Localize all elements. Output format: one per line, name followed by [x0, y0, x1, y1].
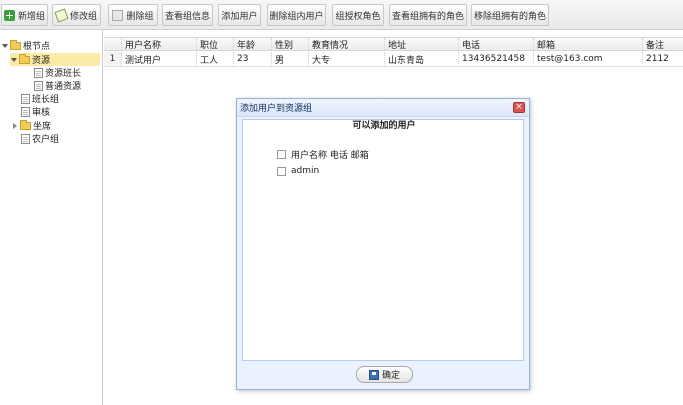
option-label: admin [291, 166, 320, 176]
col-header-address[interactable]: 地址 [385, 38, 459, 50]
view-roles-label: 查看组拥有的角色 [391, 11, 464, 22]
remove-roles-button[interactable]: 移除组拥有的角色 [471, 4, 549, 26]
add-user-button[interactable]: 添加用户 [218, 4, 261, 26]
tree-label: 资源班长 [45, 69, 82, 79]
tree-node-normal-resource[interactable]: 普通资源 [34, 79, 81, 92]
dialog-footer: 确定 [237, 363, 529, 389]
col-header-email[interactable]: 邮箱 [534, 38, 643, 50]
cell-name: 测试用户 [122, 52, 197, 66]
cell-address: 山东青岛 [385, 52, 459, 66]
cell-gender: 男 [272, 52, 309, 66]
cell-education: 大专 [309, 52, 385, 66]
delete-icon [112, 9, 124, 21]
grant-role-button[interactable]: 组授权角色 [332, 4, 384, 26]
view-group-label: 查看组信息 [164, 11, 210, 22]
view-roles-button[interactable]: 查看组拥有的角色 [389, 4, 467, 26]
file-icon [34, 80, 43, 91]
dialog-heading: 可以添加的用户 [352, 121, 416, 131]
tree-node-root[interactable]: 根节点 [1, 39, 50, 52]
tree-label: 资源 [32, 56, 51, 66]
tree-node-resource-leader[interactable]: 资源班长 [34, 66, 81, 79]
delete-user-button[interactable]: 删除组内用户 [267, 4, 326, 26]
cell-email: test@163.com [534, 52, 643, 66]
tree-node-farmer[interactable]: 农户组 [21, 132, 59, 145]
row-number: 1 [104, 52, 122, 66]
col-header-name[interactable]: 用户名称 [122, 38, 197, 50]
file-icon [21, 106, 30, 117]
close-icon[interactable]: × [513, 102, 525, 113]
file-icon [21, 93, 30, 104]
tree-label: 坐席 [33, 122, 52, 132]
add-icon [3, 9, 15, 21]
col-header-education[interactable]: 教育情况 [309, 38, 385, 50]
folder-icon [19, 53, 30, 64]
tree-node-agent[interactable]: 坐席 [11, 119, 51, 132]
select-all-option[interactable]: 用户名称 电话 邮箱 [277, 148, 369, 161]
cell-position: 工人 [197, 52, 234, 66]
tree-label: 审核 [32, 108, 51, 118]
expand-icon[interactable] [1, 42, 9, 50]
user-option-admin[interactable]: admin [277, 166, 319, 176]
select-all-checkbox[interactable] [277, 150, 286, 159]
remove-roles-label: 移除组拥有的角色 [473, 11, 546, 22]
delete-group-button[interactable]: 删除组 [108, 4, 158, 26]
col-header-position[interactable]: 职位 [197, 38, 234, 50]
dialog-title: 添加用户到资源组 [240, 104, 313, 114]
expand-icon[interactable] [10, 56, 18, 64]
tree-node-review[interactable]: 审核 [21, 105, 50, 118]
tree-label: 农户组 [32, 135, 60, 145]
cell-phone: 13436521458 [459, 52, 534, 66]
cell-age: 23 [234, 52, 272, 66]
grant-role-label: 组授权角色 [335, 11, 381, 22]
folder-icon [20, 119, 31, 130]
tree-node-squad-leader[interactable]: 班长组 [21, 92, 59, 105]
tree-label: 普通资源 [45, 82, 82, 92]
edit-group-button[interactable]: 修改组 [52, 4, 101, 26]
collapse-icon[interactable] [11, 122, 19, 130]
col-header-age[interactable]: 年龄 [234, 38, 272, 50]
dialog-body: 可以添加的用户 用户名称 电话 邮箱 admin [242, 119, 524, 361]
folder-icon [10, 39, 21, 50]
tree-label: 班长组 [32, 95, 60, 105]
col-header-note[interactable]: 备注 [643, 38, 683, 51]
delete-group-label: 删除组 [126, 11, 154, 22]
edit-icon [54, 7, 69, 23]
col-header-gender[interactable]: 性别 [272, 38, 309, 50]
rownum-header [104, 38, 122, 50]
col-header-phone[interactable]: 电话 [459, 38, 534, 50]
user-checkbox[interactable] [277, 166, 286, 176]
add-user-dialog: 添加用户到资源组 × 可以添加的用户 用户名称 电话 邮箱 admin 确定 [236, 98, 530, 390]
tree-node-resources[interactable]: 资源 [10, 53, 100, 66]
confirm-label: 确定 [381, 371, 400, 381]
toolbar: 新增组 修改组 删除组 查看组信息 添加用户 删除组内用户 组授权角色 查看组拥… [0, 0, 683, 30]
new-group-button[interactable]: 新增组 [1, 4, 48, 26]
new-group-label: 新增组 [17, 11, 45, 22]
tree-label: 根节点 [23, 42, 51, 52]
file-icon [34, 67, 43, 78]
grid-header: 用户名称 职位 年龄 性别 教育情况 地址 电话 邮箱 备注 [104, 37, 683, 51]
delete-user-label: 删除组内用户 [269, 11, 324, 22]
option-label: 用户名称 电话 邮箱 [291, 151, 369, 161]
file-icon [21, 133, 30, 144]
add-user-label: 添加用户 [221, 11, 258, 22]
confirm-button[interactable]: 确定 [356, 366, 413, 383]
group-tree: 根节点 资源 资源班长 普通资源 班长组 审核 坐席 农户组 [0, 30, 103, 405]
table-row[interactable]: 1 测试用户 工人 23 男 大专 山东青岛 13436521458 test@… [104, 52, 683, 67]
save-icon [368, 369, 379, 380]
edit-group-label: 修改组 [69, 11, 97, 22]
cell-note: 2112 [646, 54, 669, 64]
view-group-button[interactable]: 查看组信息 [162, 4, 213, 26]
dialog-title-bar[interactable]: 添加用户到资源组 × [237, 99, 529, 117]
